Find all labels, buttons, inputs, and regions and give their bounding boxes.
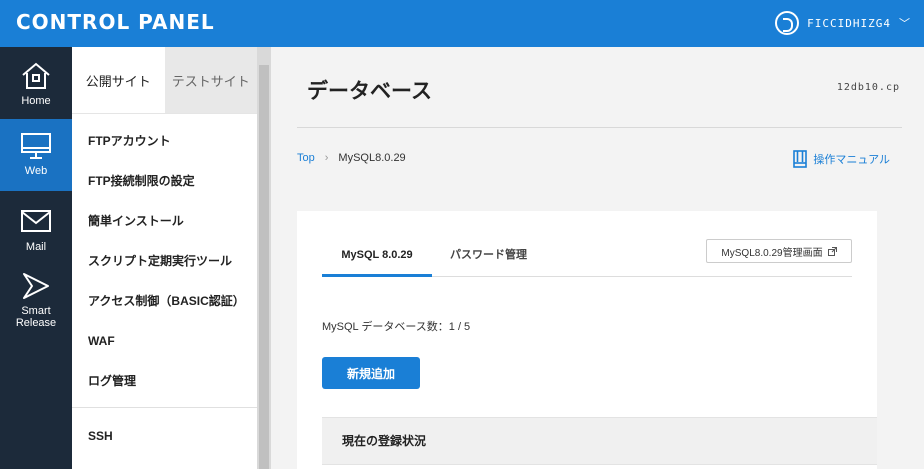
db-count-text: MySQL データベース数：1 / 5	[322, 321, 471, 333]
submenu-scrollbar[interactable]	[257, 47, 271, 469]
app-title: CONTROL PANEL	[16, 10, 215, 34]
nav-mail-label: Mail	[25, 241, 47, 253]
submenu-item-basic-auth[interactable]: アクセス制御（BASIC認証）	[72, 281, 257, 321]
scrollbar-thumb[interactable]	[259, 65, 269, 469]
monitor-icon	[21, 133, 51, 159]
left-nav: Home Web Mail Smart Release	[0, 47, 72, 469]
mysql-admin-label: MySQL8.0.29管理画面	[721, 247, 823, 259]
account-menu[interactable]: FICCIDHIZG4 ﹀	[775, 11, 910, 35]
nav-mail[interactable]: Mail	[0, 197, 72, 269]
manual-label: 操作マニュアル	[813, 154, 890, 166]
account-name: FICCIDHIZG4	[807, 16, 891, 30]
nav-home[interactable]: Home	[0, 53, 72, 125]
server-id: 12db10.cp	[836, 82, 900, 93]
tab-public-site[interactable]: 公開サイト	[72, 47, 165, 113]
external-link-icon	[827, 246, 837, 256]
sub-menu: 公開サイト テストサイト FTPアカウント FTP接続制限の設定 簡単インストー…	[72, 47, 257, 469]
nav-smart-label: Smart	[21, 305, 51, 317]
page-title: データベース	[307, 80, 432, 103]
manual-book-icon	[793, 150, 808, 168]
main-content: データベース 12db10.cp Top › MySQL8.0.29 操作マニュ…	[271, 47, 924, 469]
divider	[297, 127, 902, 128]
mail-icon	[21, 210, 51, 232]
chevron-down-icon: ﹀	[899, 17, 910, 30]
nav-smart-release[interactable]: Smart Release	[0, 261, 72, 333]
submenu-item-log[interactable]: ログ管理	[72, 361, 257, 401]
tab-password[interactable]: パスワード管理	[450, 241, 527, 277]
breadcrumb: Top › MySQL8.0.29	[297, 152, 406, 164]
tab-test-site[interactable]: テストサイト	[164, 47, 257, 113]
manual-link[interactable]: 操作マニュアル	[793, 150, 890, 168]
add-new-button[interactable]: 新規追加	[322, 357, 420, 389]
submenu-item-ssh[interactable]: SSH	[72, 416, 257, 456]
submenu-item-cron[interactable]: スクリプト定期実行ツール	[72, 241, 257, 281]
smart-release-icon	[23, 273, 49, 299]
nav-web-label: Web	[24, 165, 48, 177]
top-bar: CONTROL PANEL FICCIDHIZG4 ﹀	[0, 0, 924, 47]
status-heading: 現在の登録状況	[322, 417, 877, 465]
content-tabs: MySQL 8.0.29 パスワード管理 MySQL8.0.29管理画面	[322, 239, 852, 277]
nav-home-label: Home	[21, 95, 51, 107]
submenu-item-easy-install[interactable]: 簡単インストール	[72, 201, 257, 241]
account-icon	[775, 11, 800, 35]
mysql-admin-button[interactable]: MySQL8.0.29管理画面	[706, 239, 852, 263]
divider	[72, 407, 257, 408]
breadcrumb-top-link[interactable]: Top	[297, 152, 315, 164]
breadcrumb-separator: ›	[324, 152, 329, 164]
submenu-item-ftp-restrict[interactable]: FTP接続制限の設定	[72, 161, 257, 201]
content-card: MySQL 8.0.29 パスワード管理 MySQL8.0.29管理画面 MyS…	[297, 211, 877, 469]
submenu-item-ftp-account[interactable]: FTPアカウント	[72, 121, 257, 161]
submenu-item-waf[interactable]: WAF	[72, 321, 257, 361]
breadcrumb-current: MySQL8.0.29	[338, 152, 406, 164]
tab-mysql[interactable]: MySQL 8.0.29	[322, 241, 432, 277]
home-icon	[22, 62, 50, 89]
nav-release-label: Release	[15, 317, 57, 329]
nav-web[interactable]: Web	[0, 119, 72, 191]
